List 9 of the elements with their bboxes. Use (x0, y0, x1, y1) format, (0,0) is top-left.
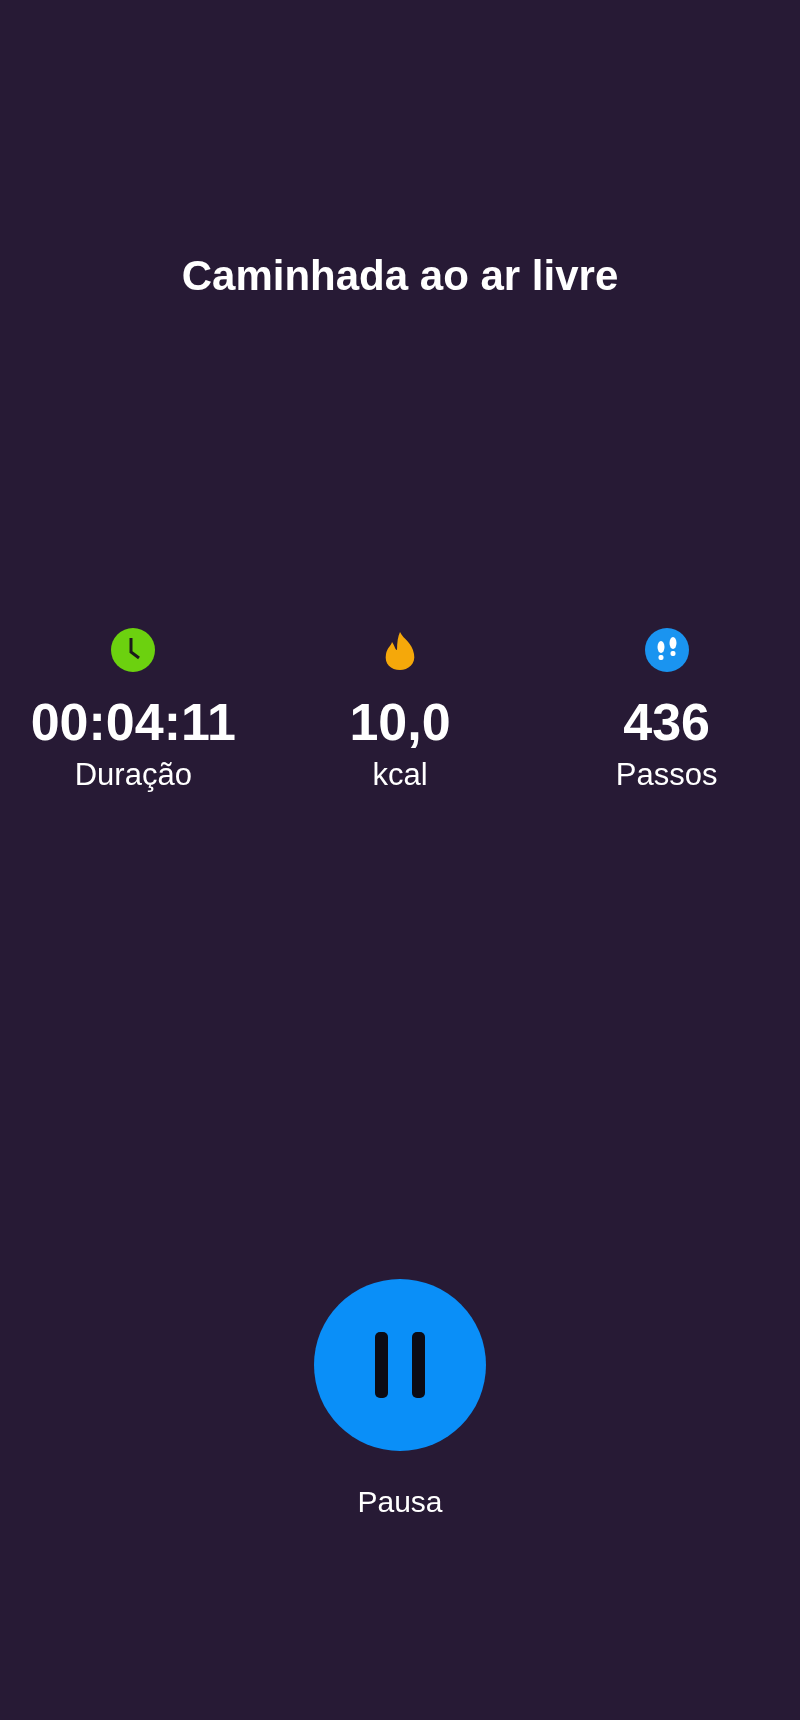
metric-label: Duração (74, 756, 192, 794)
pause-icon (373, 1332, 427, 1398)
pause-label: Pausa (357, 1485, 443, 1519)
metric-label: Passos (615, 756, 718, 794)
metric-value: 00:04:11 (30, 692, 236, 752)
workout-title: Caminhada ao ar livre (181, 252, 619, 300)
metric-label: kcal (372, 756, 428, 794)
metric-value: 436 (623, 692, 711, 752)
metric-value: 10,0 (349, 692, 451, 752)
